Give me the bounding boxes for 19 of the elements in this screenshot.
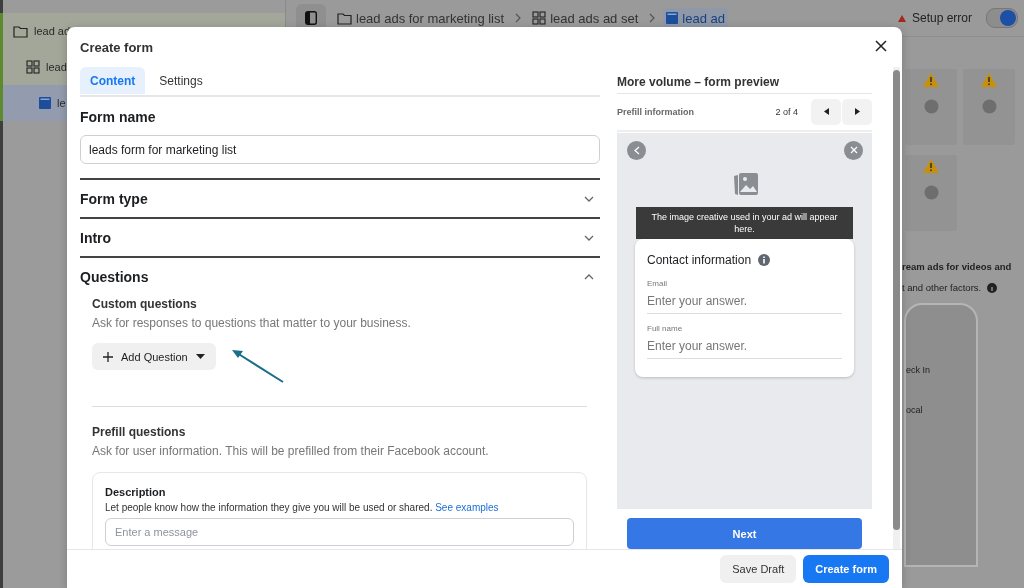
description-text: Ask for user information. This will be prefilled from their Facebook account. xyxy=(92,444,490,458)
page-label: Prefill information xyxy=(617,106,695,117)
dialog-title: Create form xyxy=(80,39,153,55)
card-title: Contact information xyxy=(647,253,752,268)
section-heading: ream ads for videos and xyxy=(902,261,1013,272)
subsection-title: Custom questions xyxy=(92,297,198,311)
field-label: Full name xyxy=(647,324,684,334)
image-notice: The image creative used in your ad will appear here. xyxy=(636,206,853,240)
page-counter: 2 of 4 xyxy=(775,106,798,117)
preview-title: More volume – form preview xyxy=(617,67,872,94)
card-title: Description xyxy=(105,486,167,498)
section-title: Form name xyxy=(80,109,157,125)
phone-mockup: eck In ocal xyxy=(904,303,978,567)
field-label: Email xyxy=(647,279,668,289)
note-text: t and other factors. xyxy=(902,282,982,293)
description-text: Ask for responses to questions that matter to your business. xyxy=(92,316,412,330)
subsection-title: Prefill questions xyxy=(92,425,187,439)
card-text: Let people know how the information they give you will be used or shared. See examples xyxy=(105,502,500,513)
status-text: Setup error xyxy=(911,11,972,25)
